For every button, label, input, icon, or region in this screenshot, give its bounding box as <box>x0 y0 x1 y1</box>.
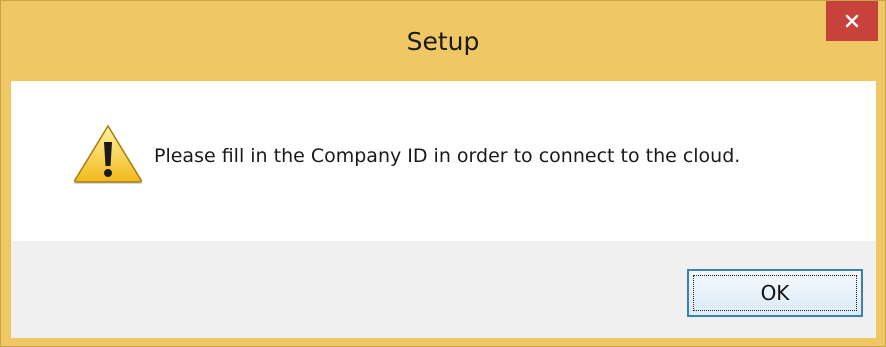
close-button[interactable] <box>826 1 878 41</box>
dialog-title: Setup <box>406 27 480 56</box>
close-icon <box>845 14 859 28</box>
ok-button-label: OK <box>760 281 790 305</box>
setup-dialog-window: Setup Please fill in the Company ID in o… <box>0 0 886 347</box>
button-area: OK <box>11 241 876 338</box>
ok-button[interactable]: OK <box>687 269 863 317</box>
warning-icon <box>73 124 143 184</box>
message-area: Please fill in the Company ID in order t… <box>11 81 876 241</box>
dialog-message: Please fill in the Company ID in order t… <box>154 145 741 167</box>
title-bar[interactable]: Setup <box>1 1 885 81</box>
dialog-content: Please fill in the Company ID in order t… <box>11 81 876 338</box>
